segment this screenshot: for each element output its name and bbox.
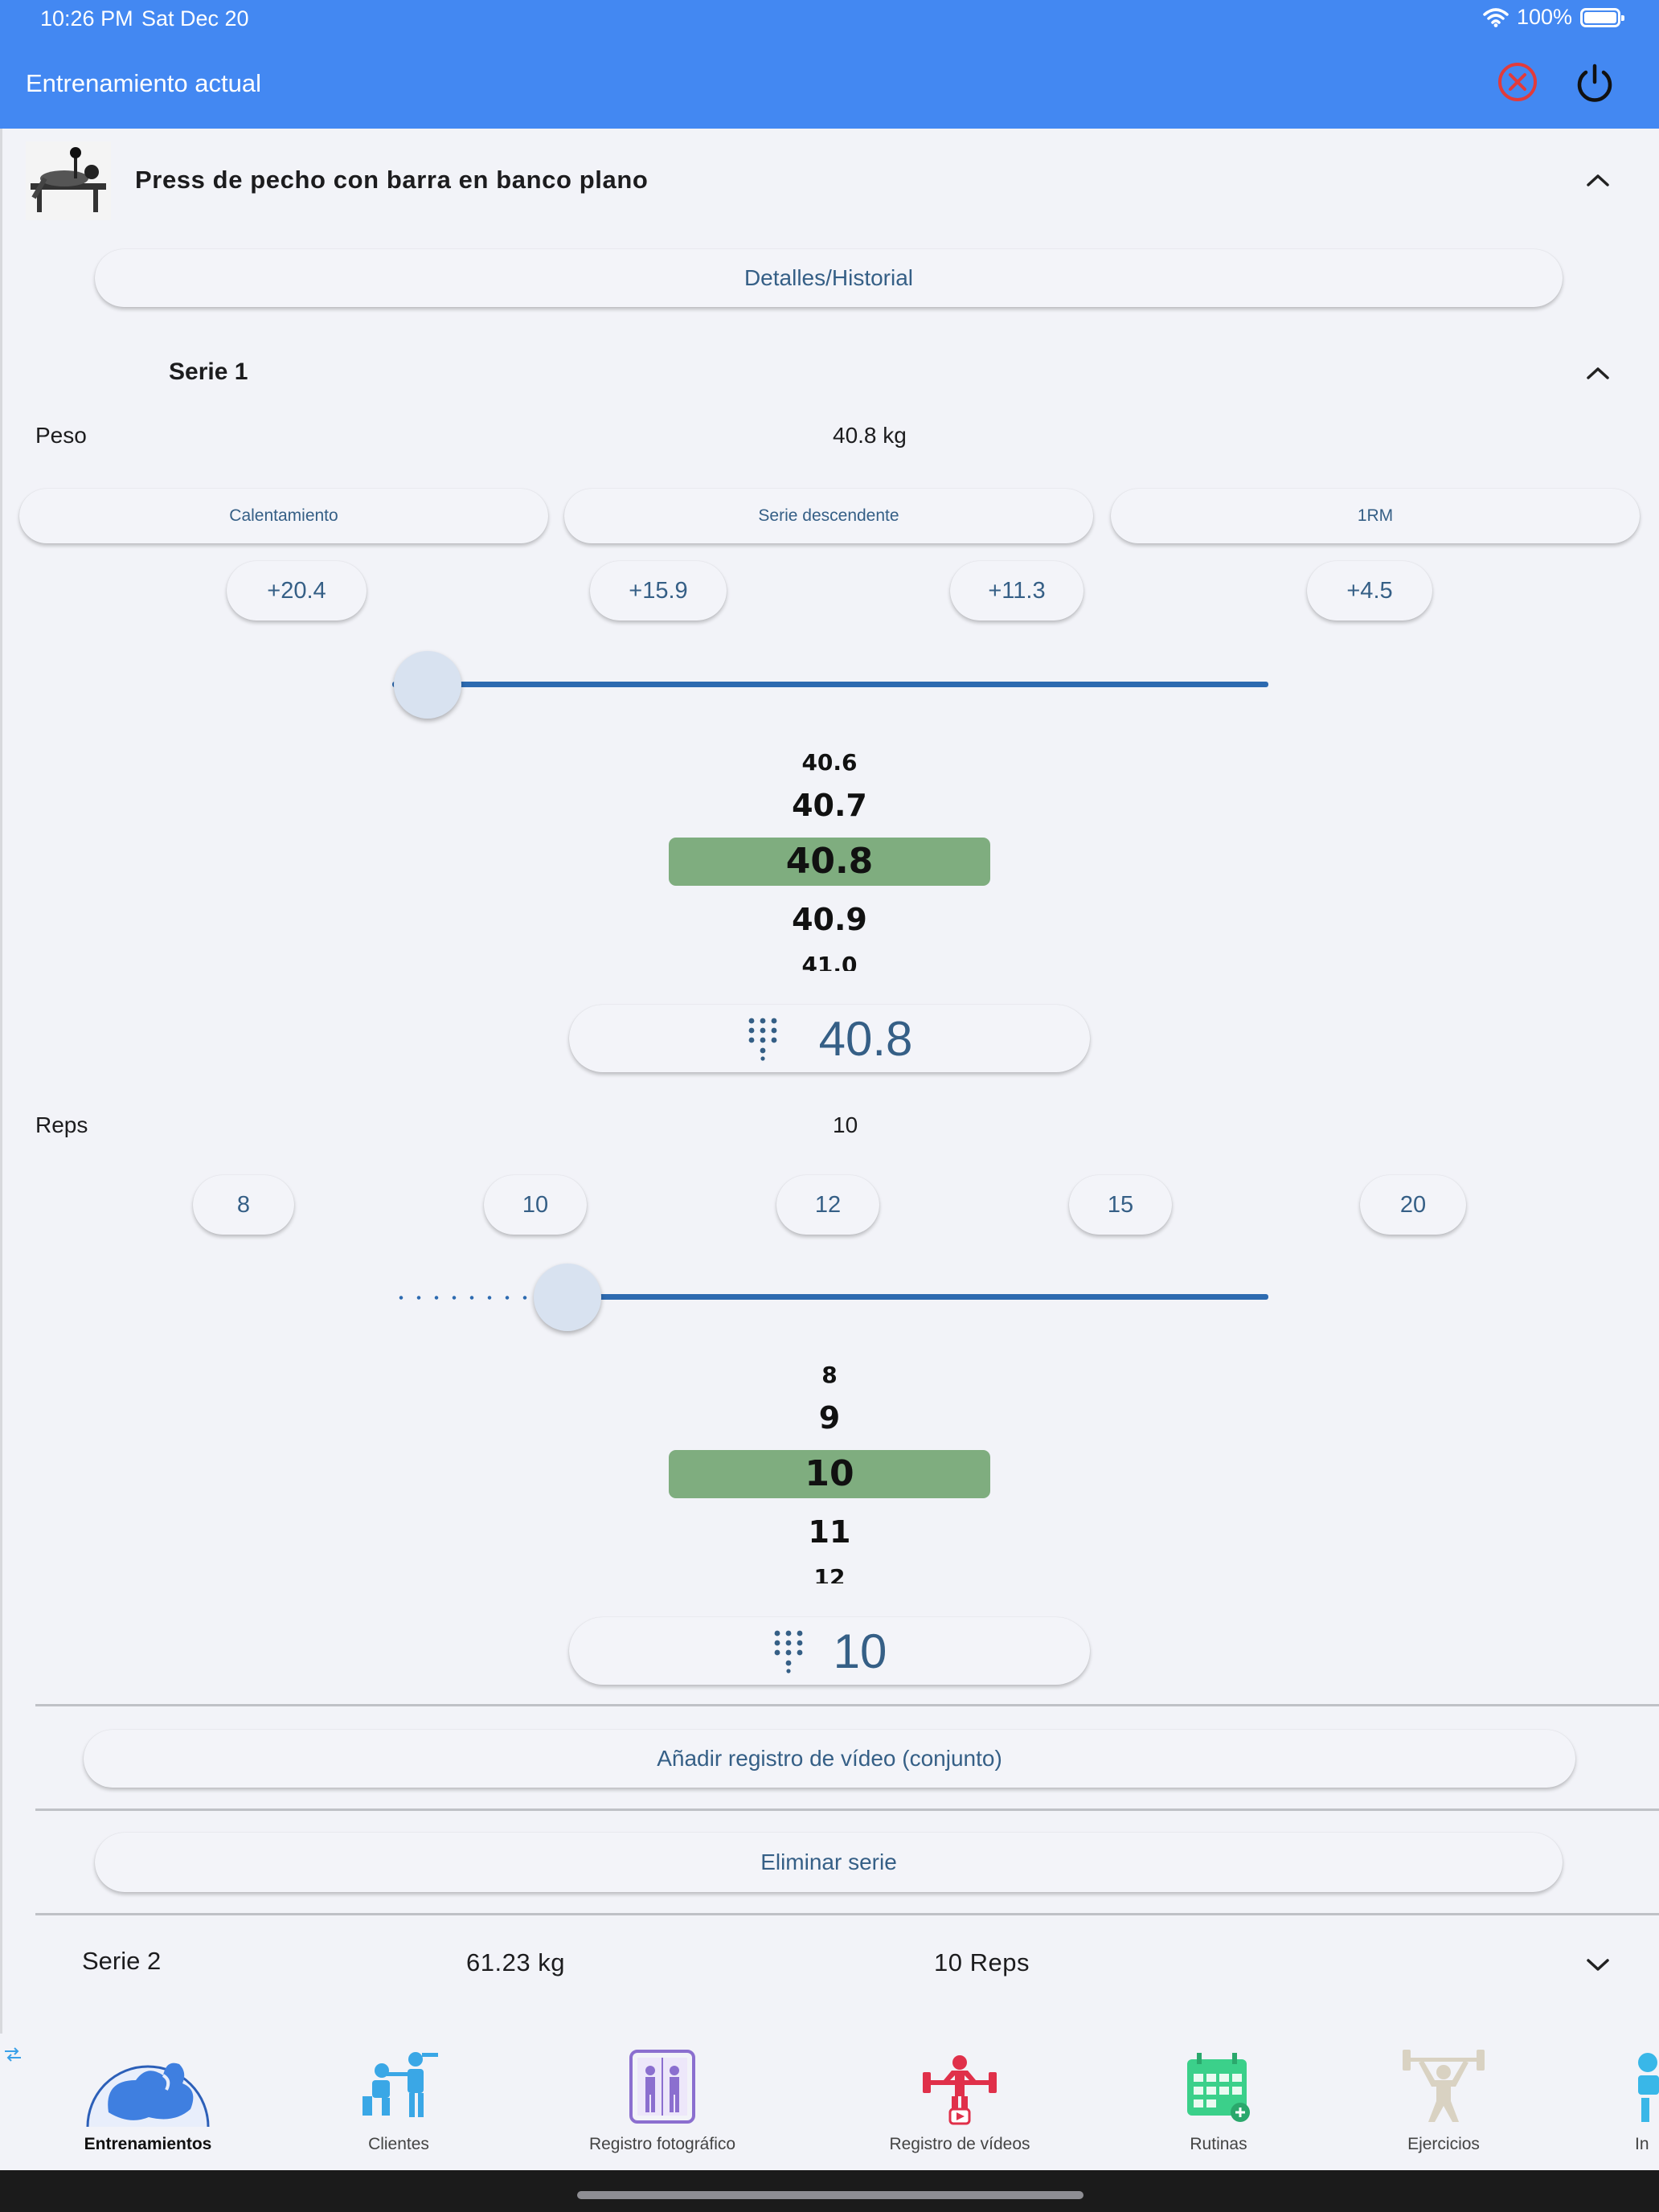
reps-slider-track[interactable] <box>569 1294 1268 1300</box>
reps-quick-button[interactable]: 15 <box>1069 1175 1172 1235</box>
weight-wheel-option[interactable]: 40.7 <box>669 788 990 823</box>
reps-quick-button[interactable]: 10 <box>484 1175 587 1235</box>
weight-increment-button[interactable]: +15.9 <box>590 561 727 621</box>
set-2-title: Serie 2 <box>82 1947 162 1975</box>
chevron-up-icon[interactable] <box>1585 172 1611 188</box>
weight-wheel-selected[interactable]: 40.8 <box>669 841 990 882</box>
set-2-weight: 61.23 kg <box>466 1948 565 1976</box>
battery-percent: 100% <box>1516 5 1572 29</box>
status-indicators: 100% <box>1483 5 1624 30</box>
warmup-button[interactable]: Calentamiento <box>19 489 548 543</box>
weight-value: 40.8 kg <box>833 423 907 448</box>
nav-rutinas[interactable]: Rutinas <box>1122 2048 1315 2153</box>
weight-input-field[interactable]: 40.8 <box>569 1005 1090 1072</box>
muscle-arm-icon <box>86 2062 210 2128</box>
reps-wheel-option[interactable]: 9 <box>669 1400 990 1436</box>
bench-press-image <box>26 141 111 220</box>
nav-label: Rutinas <box>1190 2135 1247 2153</box>
trainer-clients-icon <box>363 2052 438 2117</box>
weight-slider-thumb[interactable] <box>393 651 461 719</box>
delete-set-button[interactable]: Eliminar serie <box>95 1833 1563 1892</box>
set-2-reps: 10 Reps <box>934 1948 1030 1976</box>
weight-slider-track[interactable] <box>392 682 1268 687</box>
nav-label: Entrenamientos <box>84 2135 212 2153</box>
weight-increment-button[interactable]: +20.4 <box>227 561 367 621</box>
left-border <box>0 129 2 2034</box>
divider <box>35 1913 1659 1915</box>
wifi-icon <box>1483 7 1509 27</box>
reps-slider-thumb[interactable] <box>534 1264 601 1331</box>
reps-wheel-option[interactable]: 11 <box>669 1514 990 1550</box>
exercise-name: Press de pecho con barra en banco plano <box>135 166 649 194</box>
reps-wheel-selected[interactable]: 10 <box>669 1453 990 1494</box>
chevron-up-icon[interactable] <box>1585 365 1611 381</box>
reps-quick-button[interactable]: 12 <box>776 1175 879 1235</box>
swap-arrows-icon[interactable] <box>3 2046 23 2062</box>
chevron-down-icon[interactable] <box>1585 1956 1611 1972</box>
nav-label: Registro de vídeos <box>889 2135 1030 2153</box>
weight-wheel-option[interactable]: 40.6 <box>669 749 990 776</box>
barbell-lifter-icon <box>1403 2050 1485 2122</box>
reps-wheel-option[interactable]: 8 <box>669 1362 990 1388</box>
reps-label: Reps <box>35 1112 88 1137</box>
nav-registro-videos[interactable]: Registro de vídeos <box>863 2048 1056 2153</box>
weight-wheel-option[interactable]: 41.0 <box>669 952 990 971</box>
app-bar: 10:26 PM Sat Dec 20 100% Entrenamiento a… <box>0 0 1659 129</box>
battery-icon <box>1580 7 1624 27</box>
reps-wheel-option[interactable]: 12 <box>669 1564 990 1583</box>
divider <box>35 1809 1659 1811</box>
weight-wheel-option[interactable]: 40.9 <box>669 902 990 937</box>
nav-clientes[interactable]: Clientes <box>302 2048 495 2153</box>
add-video-log-button[interactable]: Añadir registro de vídeo (conjunto) <box>84 1730 1575 1788</box>
weightlifter-video-icon <box>923 2055 997 2125</box>
info-person-icon <box>1638 2053 1659 2122</box>
weight-increment-button[interactable]: +4.5 <box>1307 561 1432 621</box>
page-title: Entrenamiento actual <box>26 69 261 97</box>
nav-entrenamientos[interactable]: Entrenamientos <box>51 2048 244 2153</box>
reps-quick-button[interactable]: 20 <box>1360 1175 1466 1235</box>
set-2-row[interactable]: Serie 2 61.23 kg 10 Reps <box>0 1916 1659 2009</box>
keypad-icon[interactable] <box>747 1016 779 1061</box>
cancel-workout-icon[interactable] <box>1495 59 1540 104</box>
status-time: 10:26 PM <box>40 6 133 31</box>
nav-label: Clientes <box>368 2135 429 2153</box>
calendar-routine-icon <box>1187 2053 1250 2122</box>
weight-label: Peso <box>35 423 87 448</box>
exercise-thumbnail[interactable] <box>26 141 111 220</box>
details-history-button[interactable]: Detalles/Historial <box>95 249 1563 307</box>
progress-photo-icon <box>629 2050 695 2124</box>
nav-info[interactable]: In <box>1546 2048 1659 2153</box>
status-date: Sat Dec 20 <box>141 6 249 31</box>
nav-label: In <box>1635 2135 1649 2153</box>
keypad-icon[interactable] <box>772 1628 805 1673</box>
reps-input-field[interactable]: 10 <box>569 1617 1090 1685</box>
reps-input-value[interactable]: 10 <box>834 1624 887 1679</box>
reps-quick-button[interactable]: 8 <box>193 1175 294 1235</box>
weight-input-value[interactable]: 40.8 <box>819 1011 913 1067</box>
drop-set-button[interactable]: Serie descendente <box>564 489 1093 543</box>
nav-label: Registro fotográfico <box>588 2135 736 2153</box>
weight-increment-button[interactable]: +11.3 <box>950 561 1083 621</box>
power-icon[interactable] <box>1572 59 1617 104</box>
set-title: Serie 1 <box>169 358 248 385</box>
one-rep-max-button[interactable]: 1RM <box>1111 489 1640 543</box>
divider <box>35 1704 1659 1706</box>
home-indicator[interactable] <box>577 2191 1083 2199</box>
nav-registro-fotografico[interactable]: Registro fotográfico <box>566 2048 759 2153</box>
reps-value: 10 <box>833 1112 858 1137</box>
nav-label: Ejercicios <box>1407 2135 1480 2153</box>
nav-ejercicios[interactable]: Ejercicios <box>1347 2048 1540 2153</box>
